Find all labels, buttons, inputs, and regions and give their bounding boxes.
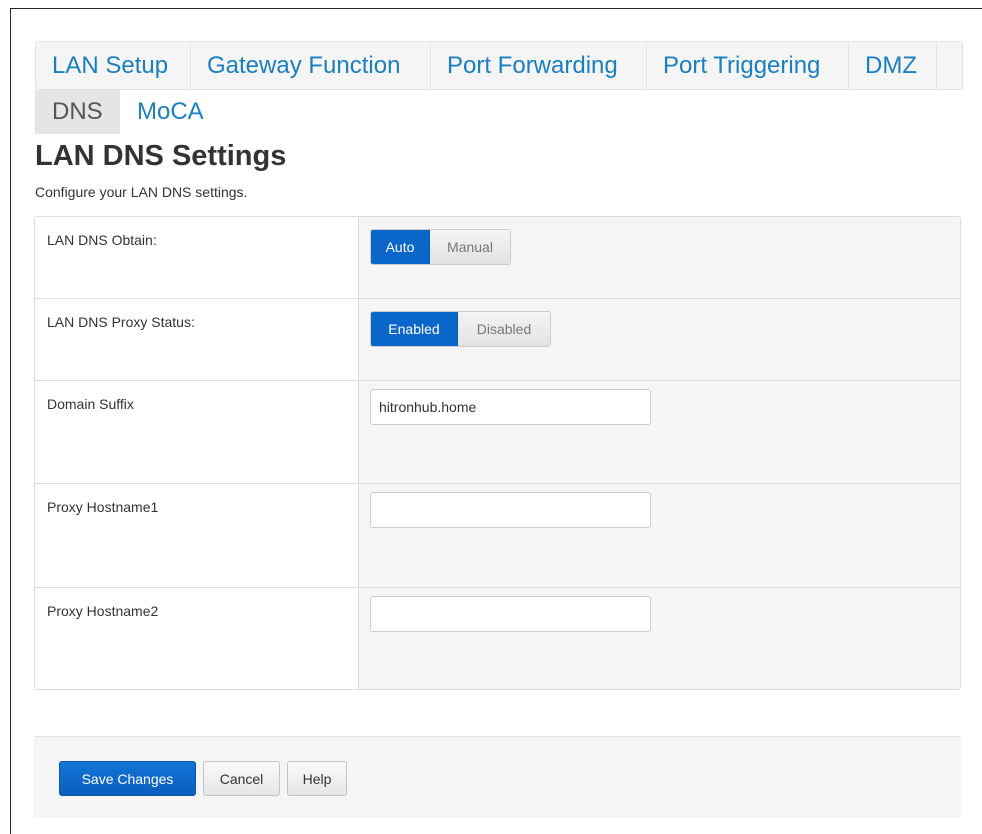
setting-value-cell [359,484,960,587]
form-actions-bar: Save Changes Cancel Help [34,736,961,818]
enabled-option[interactable]: Enabled [371,312,458,346]
setting-label: LAN DNS Proxy Status: [35,299,359,380]
setting-value-cell [359,588,960,689]
tab-bar: LAN Setup Gateway Function Port Forwardi… [35,41,963,90]
setting-label: LAN DNS Obtain: [35,217,359,298]
tab-dmz[interactable]: DMZ [849,42,937,89]
disabled-option[interactable]: Disabled [458,312,550,346]
proxy-status-toggle: Enabled Disabled [370,311,551,347]
auto-option[interactable]: Auto [371,230,430,264]
settings-table: LAN DNS Obtain: Auto Manual LAN DNS Prox… [34,216,961,690]
dns-obtain-toggle: Auto Manual [370,229,511,265]
figure-frame-top [10,8,982,9]
setting-label: Proxy Hostname2 [35,588,359,689]
setting-row-proxy-hostname1: Proxy Hostname1 [35,484,960,588]
setting-row-proxy-status: LAN DNS Proxy Status: Enabled Disabled [35,299,960,381]
tab-dns[interactable]: DNS [35,90,120,134]
domain-suffix-input[interactable] [370,389,651,425]
setting-value-cell: Auto Manual [359,217,960,298]
tab-moca[interactable]: MoCA [120,90,221,134]
tab-port-forwarding[interactable]: Port Forwarding [431,42,647,89]
cancel-button[interactable]: Cancel [203,761,280,796]
tab-port-triggering[interactable]: Port Triggering [647,42,849,89]
setting-value-cell: Enabled Disabled [359,299,960,380]
setting-row-proxy-hostname2: Proxy Hostname2 [35,588,960,689]
tab-gateway-function[interactable]: Gateway Function [191,42,431,89]
save-changes-button[interactable]: Save Changes [59,761,196,796]
help-button[interactable]: Help [287,761,347,796]
setting-value-cell [359,381,960,483]
page-description: Configure your LAN DNS settings. [35,184,248,200]
proxy-hostname1-input[interactable] [370,492,651,528]
proxy-hostname2-input[interactable] [370,596,651,632]
tab-lan-setup[interactable]: LAN Setup [36,42,191,89]
setting-label: Proxy Hostname1 [35,484,359,587]
setting-row-dns-obtain: LAN DNS Obtain: Auto Manual [35,217,960,299]
figure-frame-left [10,8,11,834]
page-title: LAN DNS Settings [35,140,287,172]
setting-row-domain-suffix: Domain Suffix [35,381,960,484]
manual-option[interactable]: Manual [430,230,510,264]
setting-label: Domain Suffix [35,381,359,483]
tab-bar-row2: DNS MoCA [35,90,221,134]
